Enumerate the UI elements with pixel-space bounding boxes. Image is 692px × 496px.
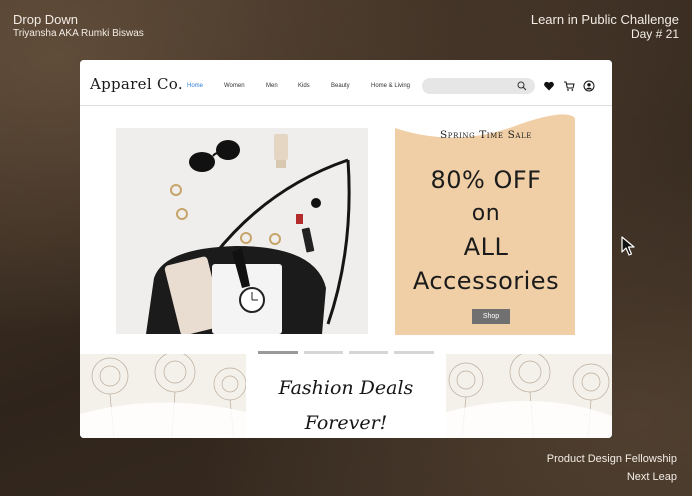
nav-link-beauty[interactable]: Beauty [331,83,350,89]
nav-link-kids[interactable]: Kids [298,83,310,89]
cart-icon[interactable] [563,80,575,92]
shop-button[interactable]: Shop [472,309,510,324]
mouse-cursor-icon [621,236,635,256]
brand-logo[interactable]: Apparel Co. [90,75,183,93]
nav-link-home[interactable]: Home [187,83,203,89]
offer-line-4: Accessories [412,267,560,295]
account-icon[interactable] [583,80,595,92]
navbar: Apparel Co. Home Women Men Kids Beauty H… [80,60,612,106]
page-title: Drop Down [13,12,79,27]
author-name: Triyansha AKA Rumki Biswas [13,28,144,39]
deals-line-2: Forever! [304,412,388,434]
offer-line-3: ALL [463,233,509,261]
challenge-label: Learn in Public Challenge [530,12,679,27]
deals-pattern-right [446,354,612,438]
hero-product-image [116,128,368,334]
nav-link-home-living[interactable]: Home & Living [371,83,410,89]
search-icon[interactable] [517,81,527,91]
deals-line-1: Fashion Deals [278,377,414,399]
offer-line-1: 80% OFF [430,166,542,194]
nav-link-men[interactable]: Men [266,83,278,89]
deals-pattern-left [80,354,246,438]
heart-icon[interactable] [543,80,555,92]
sale-heading: Spring Time Sale [440,129,532,141]
fellowship-label: Product Design Fellowship [546,453,677,465]
website-frame: Apparel Co. Home Women Men Kids Beauty H… [80,60,612,438]
day-label: Day # 21 [630,27,679,41]
nav-link-women[interactable]: Women [224,83,245,89]
offer-line-2: on [471,201,501,226]
org-label: Next Leap [626,471,677,483]
